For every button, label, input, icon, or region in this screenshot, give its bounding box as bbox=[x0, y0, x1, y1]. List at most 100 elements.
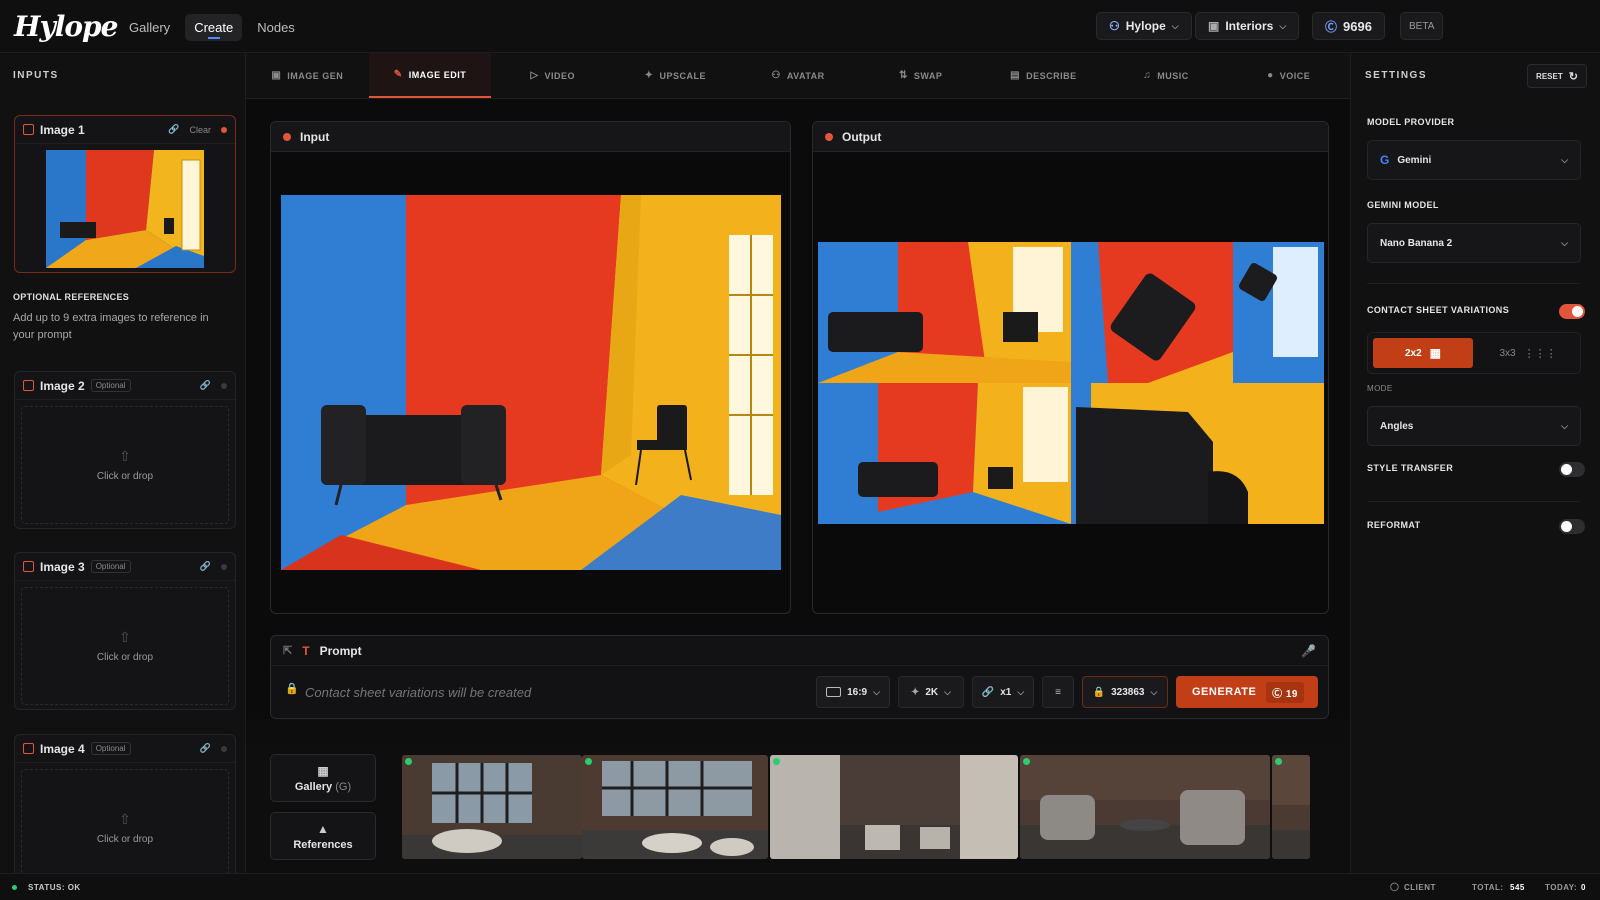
gallery-shortcut: (G) bbox=[335, 780, 352, 793]
status-dot bbox=[283, 132, 291, 141]
tab-voice[interactable]: ● VOICE bbox=[1227, 53, 1350, 98]
contact-sheet-toggle[interactable] bbox=[1559, 304, 1585, 319]
seed-select[interactable]: 🔒 323863 ⌵ bbox=[1082, 676, 1168, 708]
nav-nodes[interactable]: Nodes bbox=[248, 14, 304, 41]
gallery-thumb-3[interactable] bbox=[770, 755, 1018, 859]
tab-image-edit[interactable]: ✎ IMAGE EDIT bbox=[368, 53, 492, 98]
tab-video[interactable]: ▷ VIDEO bbox=[491, 53, 614, 98]
image3-card[interactable]: Image 3 Optional 🔗 ⇧ Click or drop bbox=[14, 552, 236, 710]
music-icon: ♫ bbox=[1143, 70, 1152, 81]
image2-card[interactable]: Image 2 Optional 🔗 ⇧ Click or drop bbox=[14, 371, 236, 529]
clear-button[interactable]: Clear bbox=[189, 125, 211, 135]
status-dot bbox=[773, 758, 780, 765]
mode-value: Angles bbox=[1380, 420, 1414, 432]
gallery-thumb-5[interactable] bbox=[1272, 755, 1310, 859]
tab-label: DESCRIBE bbox=[1026, 70, 1077, 81]
style-transfer-label: STYLE TRANSFER bbox=[1367, 463, 1454, 473]
lock-icon: 🔒 bbox=[285, 683, 299, 695]
gallery-button[interactable]: ▦ Gallery (G) bbox=[270, 754, 376, 802]
image-icon bbox=[23, 380, 34, 391]
grid-3x3-button[interactable]: 3x3 ⋮⋮⋮ bbox=[1478, 338, 1578, 368]
contact-sheet-label: CONTACT SHEET VARIATIONS bbox=[1367, 305, 1510, 315]
gallery-thumb-1[interactable] bbox=[402, 755, 582, 859]
optional-refs-title: OPTIONAL REFERENCES bbox=[13, 292, 130, 302]
image1-thumbnail[interactable] bbox=[46, 150, 204, 268]
status-dot bbox=[825, 132, 833, 141]
status-dot bbox=[1275, 758, 1282, 765]
gallery-thumb-4[interactable] bbox=[1020, 755, 1270, 859]
aspect-ratio-select[interactable]: 16:9 ⌵ bbox=[816, 676, 890, 708]
list-button[interactable]: ≡ bbox=[1042, 676, 1074, 708]
tab-upscale[interactable]: ✦ UPSCALE bbox=[614, 53, 737, 98]
gemini-model-select[interactable]: Nano Banana 2 ⌵ bbox=[1367, 223, 1581, 263]
resolution-select[interactable]: ✦ 2K ⌵ bbox=[898, 676, 964, 708]
status-dot bbox=[221, 563, 227, 570]
gallery-text: Gallery bbox=[294, 780, 333, 793]
image2-dropzone[interactable]: ⇧ Click or drop bbox=[21, 406, 229, 524]
app-logo[interactable]: Hylope bbox=[14, 10, 118, 43]
tab-image-gen[interactable]: ▣ IMAGE GEN bbox=[246, 53, 369, 98]
nav-gallery[interactable]: Gallery bbox=[120, 14, 179, 41]
prompt-input[interactable] bbox=[305, 676, 775, 708]
image1-card[interactable]: Image 1 🔗 Clear bbox=[14, 115, 236, 273]
link-icon[interactable]: 🔗 bbox=[200, 743, 211, 754]
document-icon: ▤ bbox=[1010, 70, 1021, 81]
output-label: Output bbox=[842, 129, 882, 144]
references-button[interactable]: ▲ References bbox=[270, 812, 376, 860]
model-provider-select[interactable]: G Gemini ⌵ bbox=[1367, 140, 1581, 180]
inputs-title: INPUTS bbox=[13, 70, 59, 81]
cost-value: 19 bbox=[1285, 688, 1298, 700]
resolution-value: 2K bbox=[925, 686, 939, 698]
tab-avatar[interactable]: ⚇ AVATAR bbox=[737, 53, 860, 98]
tab-describe[interactable]: ▤ DESCRIBE bbox=[982, 53, 1105, 98]
count-select[interactable]: 🔗 x1 ⌵ bbox=[972, 676, 1034, 708]
output-contact-sheet[interactable] bbox=[818, 242, 1324, 524]
tab-label: MUSIC bbox=[1157, 70, 1189, 81]
sparkle-icon: ✦ bbox=[644, 70, 654, 81]
link-icon: 🔗 bbox=[981, 686, 995, 698]
output-header: Output bbox=[813, 122, 1328, 152]
expand-icon[interactable]: ⇱ bbox=[283, 644, 292, 657]
link-icon[interactable]: 🔗 bbox=[168, 124, 179, 135]
variation-1 bbox=[818, 242, 1071, 383]
image2-label: Image 2 bbox=[40, 378, 85, 393]
gallery-thumb-2[interactable] bbox=[582, 755, 768, 859]
tab-label: VIDEO bbox=[544, 70, 576, 81]
workspace-dropdown[interactable]: ⚇ Hylope ⌵ bbox=[1096, 12, 1192, 40]
link-icon[interactable]: 🔗 bbox=[200, 561, 211, 572]
project-dropdown[interactable]: ▣ Interiors ⌵ bbox=[1195, 12, 1300, 40]
tab-music[interactable]: ♫ MUSIC bbox=[1105, 53, 1228, 98]
user-icon: ⚇ bbox=[1109, 19, 1120, 33]
link-icon[interactable]: 🔗 bbox=[200, 380, 211, 391]
credits-badge[interactable]: Ⓒ 9696 bbox=[1312, 12, 1385, 40]
dropzone-label: Click or drop bbox=[96, 834, 154, 845]
status-dot bbox=[1023, 758, 1030, 765]
image-icon bbox=[23, 743, 34, 754]
mode-select[interactable]: Angles ⌵ bbox=[1367, 406, 1581, 446]
input-image[interactable] bbox=[281, 195, 781, 570]
style-transfer-toggle[interactable] bbox=[1559, 462, 1585, 477]
settings-panel: SETTINGS RESET ↻ MODEL PROVIDER G Gemini… bbox=[1350, 53, 1600, 873]
image4-card[interactable]: Image 4 Optional 🔗 ⇧ Click or drop bbox=[14, 734, 236, 892]
references-label: References bbox=[293, 838, 353, 851]
nav-create[interactable]: Create bbox=[185, 14, 243, 41]
folder-icon: ▣ bbox=[1208, 19, 1220, 33]
grid-2x2-button[interactable]: 2x2 ▦ bbox=[1373, 338, 1473, 368]
reformat-toggle[interactable] bbox=[1559, 519, 1585, 534]
mode-label: MODE bbox=[1367, 384, 1393, 393]
settings-title: SETTINGS bbox=[1365, 70, 1428, 81]
generate-button[interactable]: GENERATE Ⓒ 19 bbox=[1176, 676, 1318, 708]
grid-size-group: 2x2 ▦ 3x3 ⋮⋮⋮ bbox=[1367, 332, 1581, 374]
chevron-down-icon: ⌵ bbox=[1561, 420, 1568, 431]
project-name: Interiors bbox=[1225, 19, 1274, 33]
image3-dropzone[interactable]: ⇧ Click or drop bbox=[21, 587, 229, 705]
workspace-name: Hylope bbox=[1125, 19, 1166, 33]
prompt-header: ⇱ T Prompt 🎤 bbox=[271, 636, 1328, 666]
microphone-icon[interactable]: 🎤 bbox=[1301, 644, 1316, 658]
gemini-model-value: Nano Banana 2 bbox=[1380, 237, 1453, 249]
tab-swap[interactable]: ⇅ SWAP bbox=[859, 53, 982, 98]
generate-cost: Ⓒ 19 bbox=[1266, 681, 1304, 703]
reset-button[interactable]: RESET ↻ bbox=[1527, 64, 1587, 88]
image4-dropzone[interactable]: ⇧ Click or drop bbox=[21, 769, 229, 887]
swap-icon: ⇅ bbox=[898, 70, 908, 81]
